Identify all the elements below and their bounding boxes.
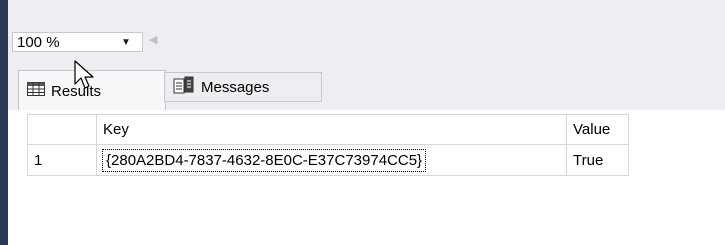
column-header-value[interactable]: Value xyxy=(566,114,629,145)
left-window-edge xyxy=(0,0,8,245)
row-number-cell[interactable]: 1 xyxy=(27,144,97,176)
column-header-key[interactable]: Key xyxy=(96,114,567,145)
key-cell-value: {280A2BD4-7837-4632-8E0C-E37C73974CC5} xyxy=(101,148,427,172)
row-number-header[interactable] xyxy=(27,114,97,145)
value-cell[interactable]: True xyxy=(566,144,629,176)
tab-messages-label: Messages xyxy=(201,78,270,96)
chevron-down-icon[interactable]: ▼ xyxy=(121,35,131,51)
results-tabstrip: Results Messages xyxy=(8,58,725,111)
tab-messages[interactable]: Messages xyxy=(164,72,322,102)
top-strip xyxy=(8,0,725,30)
messages-icon xyxy=(173,76,195,98)
grid-header-row: Key Value xyxy=(27,114,629,145)
key-cell[interactable]: {280A2BD4-7837-4632-8E0C-E37C73974CC5} xyxy=(96,144,567,176)
results-grid: Key Value 1 {280A2BD4-7837-4632-8E0C-E37… xyxy=(27,114,629,176)
zoom-value: 100 % xyxy=(17,34,60,51)
mouse-cursor-icon xyxy=(74,60,96,97)
zoom-dropdown[interactable]: 100 % ▼ xyxy=(12,32,143,52)
results-grid-area: Key Value 1 {280A2BD4-7837-4632-8E0C-E37… xyxy=(8,110,725,245)
grid-icon xyxy=(27,82,45,100)
table-row: 1 {280A2BD4-7837-4632-8E0C-E37C73974CC5}… xyxy=(27,144,629,176)
zoom-bar: 100 % ▼ ◀ xyxy=(8,30,725,58)
scroll-left-icon[interactable]: ◀ xyxy=(149,33,157,46)
